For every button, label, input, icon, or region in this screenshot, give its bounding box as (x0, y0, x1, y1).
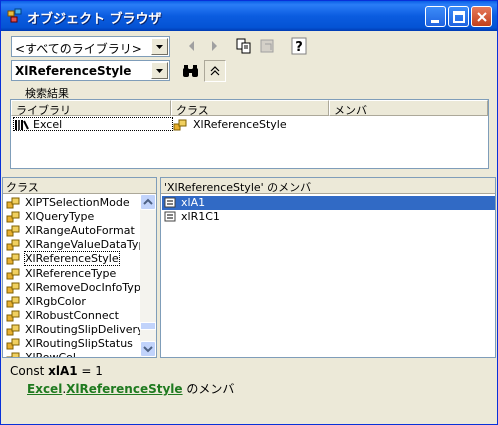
result-class: XlReferenceStyle (193, 118, 287, 131)
column-header-library[interactable]: ライブラリ (11, 100, 171, 117)
details-declaration: Const xlA1 = 1 (10, 364, 103, 378)
details-pane: Const xlA1 = 1 Excel.XlReferenceStyle のメ… (1, 360, 497, 424)
maximize-button[interactable] (448, 6, 469, 27)
forward-button[interactable] (203, 35, 225, 57)
member-list-item-label: xlA1 (181, 196, 206, 209)
library-dropdown[interactable]: <すべてのライブラリ> (11, 36, 170, 57)
library-icon (14, 118, 30, 135)
class-list-item-label: XlQueryType (25, 210, 95, 224)
class-icon (173, 118, 189, 135)
enum-class-icon (6, 352, 20, 357)
class-list-item-label: XlReferenceStyle (24, 251, 120, 267)
constant-icon (164, 211, 176, 222)
member-list-item[interactable]: xlR1C1 (162, 210, 495, 224)
search-dropdown-arrow[interactable] (151, 62, 168, 79)
chevron-down-icon (141, 346, 155, 357)
search-text-dropdown[interactable]: XlReferenceStyle (11, 60, 170, 81)
class-list-item-label: XlPTSelectionMode (25, 196, 130, 209)
svg-text:?: ? (295, 40, 303, 55)
class-list-item-label: XlRgbColor (25, 294, 86, 308)
enum-class-icon (6, 324, 20, 336)
object-browser-app-icon (7, 8, 23, 24)
result-library: Excel (33, 118, 63, 131)
enum-class-icon (6, 338, 20, 350)
enum-class-icon (6, 268, 20, 279)
classes-scrollbar[interactable] (140, 194, 156, 357)
back-button[interactable] (181, 35, 203, 57)
title-bar[interactable]: オブジェクト ブラウザ (1, 1, 497, 31)
class-list-item-label: XlRangeValueDataTyp (25, 238, 146, 252)
window-title: オブジェクト ブラウザ (27, 12, 162, 27)
view-definition-button[interactable] (257, 35, 279, 57)
copy-button[interactable] (233, 35, 255, 57)
scroll-up-button[interactable] (140, 194, 156, 210)
column-header-class[interactable]: クラス (171, 100, 329, 117)
chevron-up-icon (141, 198, 155, 212)
class-list-item-label: XlRoutingSlipStatus (25, 337, 133, 350)
members-header: 'XlReferenceStyle' のメンバ (161, 178, 495, 194)
scroll-down-button[interactable] (140, 341, 156, 357)
help-button[interactable]: ? (288, 35, 310, 57)
member-list-item[interactable]: xlA1 (162, 196, 495, 210)
close-button[interactable] (471, 6, 492, 27)
column-header-member[interactable]: メンバ (329, 100, 488, 117)
search-text-value: XlReferenceStyle (15, 64, 132, 78)
members-pane[interactable]: 'XlReferenceStyle' のメンバ xlA1 xlR1C1 (160, 177, 496, 358)
search-result-row[interactable]: Excel XlReferenceStyle (11, 117, 488, 135)
library-dropdown-arrow[interactable] (151, 38, 168, 55)
classes-header: クラス (3, 178, 156, 194)
enum-class-icon (6, 225, 20, 237)
details-class-link[interactable]: XlReferenceStyle (66, 382, 182, 396)
enum-class-icon (6, 253, 20, 265)
class-list-item-label: XlRowCol (25, 351, 76, 358)
class-list-item-label: XlRemoveDocInfoType (25, 280, 148, 294)
collapse-results-button[interactable] (204, 60, 226, 82)
class-list-item-label: XlReferenceType (25, 266, 117, 280)
class-list-item-label: XlRangeAutoFormat (25, 224, 135, 238)
details-const-name: xlA1 (48, 364, 78, 378)
enum-class-icon (6, 296, 20, 308)
enum-class-icon (6, 239, 20, 251)
scroll-thumb[interactable] (140, 322, 156, 330)
enum-class-icon (6, 282, 20, 294)
enum-class-icon (6, 197, 20, 209)
class-list-item-label: XlRobustConnect (25, 308, 119, 322)
enum-class-icon (6, 211, 20, 223)
search-button[interactable] (180, 60, 202, 82)
search-results-list[interactable]: ライブラリ クラス メンバ Excel XlReferenceStyle (10, 99, 489, 169)
class-list-item-label: XlRoutingSlipDelivery (25, 322, 144, 336)
details-parent: Excel.XlReferenceStyle のメンバ (27, 382, 235, 396)
object-browser-window: オブジェクト ブラウザ <すべてのライブラリ> ? XlReferenceSty… (0, 0, 498, 425)
enum-class-icon (6, 310, 20, 322)
member-list-item-label: xlR1C1 (181, 210, 220, 223)
library-dropdown-value: <すべてのライブラリ> (15, 42, 142, 56)
minimize-button[interactable] (425, 6, 446, 27)
classes-pane[interactable]: クラス XlPTSelectionMode XlQueryType XlRangeA… (2, 177, 157, 358)
constant-icon (164, 197, 176, 208)
details-library-link[interactable]: Excel (27, 382, 62, 396)
